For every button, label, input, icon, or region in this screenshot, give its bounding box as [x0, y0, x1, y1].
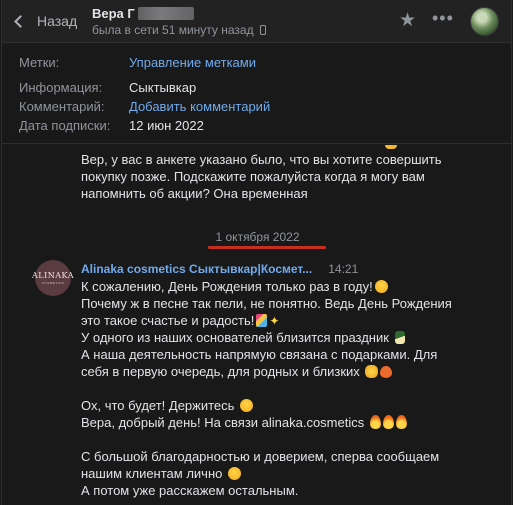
orange-heart-emoji-icon	[380, 366, 393, 378]
subscription-date-label: Дата подписки:	[19, 118, 111, 133]
message-line: А потом уже расскажем остальным.	[81, 483, 299, 498]
star-icon[interactable]: ★	[399, 9, 416, 32]
champagne-emoji-icon	[394, 331, 405, 344]
message-time: 14:21	[328, 262, 359, 276]
back-button[interactable]: Назад	[14, 10, 78, 32]
sweat-smile-emoji-icon	[374, 280, 388, 293]
subscription-date-value: 12 июн 2022	[129, 118, 204, 133]
thinking-face-emoji-icon	[227, 467, 241, 480]
info-label: Информация:	[19, 80, 103, 95]
message-line: Ох, что будет! Держитесь	[81, 397, 491, 414]
tags-label: Метки:	[19, 55, 60, 70]
message-line: С большой благодарностью и доверием, спе…	[81, 449, 440, 464]
user-status: была в сети 51 минуту назад	[92, 23, 254, 37]
sparkles-emoji-icon: ✦	[269, 314, 280, 328]
message-line: Вера, добрый день! На связи alinaka.cosm…	[81, 414, 491, 431]
info-row-date: Дата подписки: 12 июн 2022	[19, 118, 204, 133]
chevron-left-icon	[14, 15, 27, 28]
sender-logo-text: ALINAKA	[32, 271, 74, 280]
date-separator: 1 октября 2022	[215, 230, 300, 244]
add-comment-link[interactable]: Добавить комментарий	[129, 99, 270, 114]
party-popper-emoji-icon	[256, 314, 268, 327]
previous-message: Вер, у вас в анкете указано было, что вы…	[81, 151, 491, 202]
more-icon[interactable]: •••	[432, 8, 454, 29]
redacted-surname	[137, 6, 194, 20]
chat-header: Назад Вера Г была в сети 51 минуту назад…	[2, 0, 511, 43]
info-value: Сыктывкар	[129, 80, 197, 95]
manage-tags-link[interactable]: Управление метками	[129, 55, 256, 70]
sender-name[interactable]: Alinaka cosmetics Сыктывкар|Космет...	[81, 262, 312, 276]
message-history[interactable]: Вер, у вас в анкете указано было, что вы…	[2, 145, 511, 505]
sender-avatar[interactable]: ALINAKA COSMETICS	[32, 260, 74, 296]
avatar[interactable]	[470, 7, 499, 36]
message-line: нашим клиентам лично	[81, 465, 491, 482]
message-line: К сожалению, День Рождения только раз в …	[81, 278, 491, 295]
back-label: Назад	[37, 13, 78, 29]
comment-label: Комментарий:	[19, 99, 105, 114]
persevering-face-emoji-icon	[240, 399, 254, 412]
info-row-info: Информация: Сыктывкар	[19, 80, 196, 95]
message-line: Вер, у вас в анкете указано было, что вы…	[81, 152, 442, 167]
user-status-row: была в сети 51 минуту назад	[92, 23, 266, 37]
fire-emoji-icon	[369, 415, 381, 429]
user-name: Вера Г	[92, 5, 135, 21]
fire-emoji-icon	[395, 415, 407, 429]
emoji-icon	[385, 145, 397, 149]
sender-logo-subtext: COSMETICS	[41, 281, 65, 285]
contact-info-panel: Метки: Управление метками Информация: Сы…	[2, 44, 511, 144]
message-line: покупку позже. Подскажите пожалуйста ког…	[81, 169, 425, 184]
sender-line: Alinaka cosmetics Сыктывкар|Космет... 14…	[81, 262, 358, 276]
message-line: напомнить об акции? Она временная	[81, 186, 308, 201]
message-line: У одного из наших основателей близится п…	[81, 329, 491, 346]
message-body: К сожалению, День Рождения только раз в …	[81, 278, 491, 499]
fire-emoji-icon	[382, 415, 394, 429]
chat-user[interactable]: Вера Г была в сети 51 минуту назад	[92, 5, 266, 37]
message-line: это такое счастье и радость! ✦	[81, 313, 280, 328]
info-row-tags: Метки: Управление метками	[19, 55, 256, 70]
message-line: А наша деятельность напрямую связана с п…	[81, 347, 438, 362]
chat-window: Назад Вера Г была в сети 51 минуту назад…	[1, 0, 512, 505]
phone-icon	[259, 25, 266, 35]
clapping-hands-emoji-icon	[365, 365, 379, 378]
date-underline	[208, 246, 326, 249]
info-row-comment: Комментарий: Добавить комментарий	[19, 99, 270, 114]
user-name-row: Вера Г	[92, 5, 266, 21]
message-line: Почему ж в песне так пели, не понятно. В…	[81, 296, 452, 311]
message-line: себя в первую очередь, для родных и близ…	[81, 363, 491, 380]
